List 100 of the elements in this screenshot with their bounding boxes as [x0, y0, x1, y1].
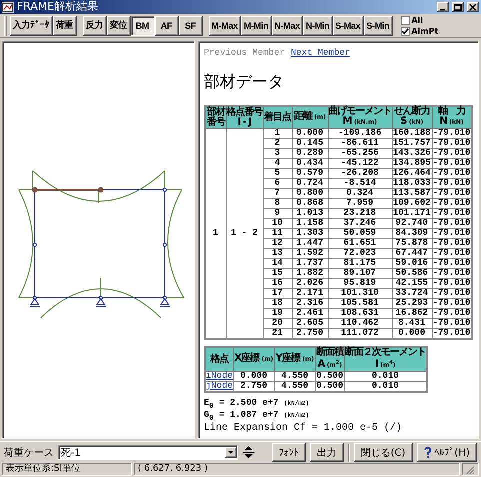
dropdown-arrow-icon[interactable] [228, 450, 234, 454]
table-cell: 101.310 [328, 288, 392, 298]
table-cell: 0.500 [316, 372, 345, 382]
toolbar-button[interactable]: N-Max [272, 16, 304, 36]
table-cell: 9 [263, 208, 292, 218]
table-cell: -79.010 [432, 158, 472, 168]
table-cell: 12 [263, 238, 292, 248]
table-cell: 37.246 [328, 218, 392, 228]
table-cell: -79.010 [432, 198, 472, 208]
toolbar-button[interactable]: S-Min [364, 16, 393, 36]
table-cell: 15 [263, 268, 292, 278]
table-cell: 18 [263, 298, 292, 308]
table-cell: 6 [263, 178, 292, 188]
table-cell: 0.324 [328, 188, 392, 198]
table-cell: -86.611 [328, 138, 392, 148]
table-cell: 1.158 [292, 218, 328, 228]
table-cell: 2.316 [292, 298, 328, 308]
table-cell: 151.757 [392, 138, 432, 148]
toolbar-button[interactable]: M-Min [241, 16, 272, 36]
table-cell: -79.010 [432, 218, 472, 228]
table-cell: -79.010 [432, 238, 472, 248]
table-cell: 3 [263, 148, 292, 158]
table-cell: -79.010 [432, 288, 472, 298]
table-cell: 16.862 [392, 308, 432, 318]
table-cell: -109.186 [328, 128, 392, 138]
table-cell: 5 [263, 168, 292, 178]
action-button[interactable]: ﾌｫﾝﾄ [272, 443, 306, 462]
table-cell: 20 [263, 318, 292, 328]
table-cell: -79.010 [432, 148, 472, 158]
table-cell: 89.107 [328, 268, 392, 278]
action-button[interactable]: 出力 [310, 443, 344, 462]
table-cell: -65.256 [328, 148, 392, 158]
table-cell: 59.016 [392, 258, 432, 268]
table-cell: 4.550 [274, 372, 316, 382]
node-link[interactable]: jNode [205, 382, 234, 392]
table-cell: 126.464 [392, 168, 432, 178]
toolbar-button[interactable]: BM [130, 16, 155, 36]
help-button[interactable]: ﾍﾙﾌﾟ(H) [416, 443, 477, 462]
table-cell: 23.218 [328, 208, 392, 218]
table-cell: 105.581 [328, 298, 392, 308]
table-cell: 110.462 [328, 318, 392, 328]
table-cell: -45.122 [328, 158, 392, 168]
next-link[interactable]: Next Member [291, 48, 350, 58]
resize-grip-icon[interactable] [466, 466, 475, 475]
table-cell: 0.724 [292, 178, 328, 188]
table-cell: 2 [263, 138, 292, 148]
table-cell: -79.010 [432, 248, 472, 258]
table-cell: -79.010 [432, 228, 472, 238]
table-cell: 0.500 [316, 382, 345, 392]
table-cell: 1 [205, 228, 226, 238]
table-cell: -79.010 [432, 138, 472, 148]
status-text: 表示単位系:SI単位 [2, 463, 132, 476]
table-cell: 1.303 [292, 228, 328, 238]
table-cell: 1 - 2 [226, 228, 263, 238]
toolbar-button[interactable]: 変位 [106, 16, 131, 36]
table-cell: -79.010 [432, 318, 472, 328]
toolbar-button[interactable]: M-Max [208, 16, 242, 36]
checkbox[interactable] [400, 26, 410, 36]
table-cell: 134.895 [392, 158, 432, 168]
table-cell: -79.010 [432, 128, 472, 138]
status-text: ( 6.627, 6.923 ) [134, 463, 460, 476]
table-cell: 2.026 [292, 278, 328, 288]
toolbar-button[interactable]: S-Max [332, 16, 364, 36]
table-cell: 0.000 [234, 372, 275, 382]
table-cell: 109.602 [392, 198, 432, 208]
table-cell: 1.882 [292, 268, 328, 278]
table-cell: 0.868 [292, 198, 328, 208]
toolbar-button[interactable]: AF [154, 16, 179, 36]
toolbar-button[interactable]: 入力ﾃﾞｰﾀ [10, 16, 53, 36]
table-cell: 8 [263, 198, 292, 208]
load-case-dropdown[interactable]: 死-1 [58, 445, 238, 460]
table-cell: 92.740 [392, 218, 432, 228]
table-cell: -79.010 [432, 258, 472, 268]
spinner-icon[interactable] [242, 446, 256, 459]
selected-member [32, 187, 104, 193]
table-cell: -8.514 [328, 178, 392, 188]
table-cell: 67.447 [392, 248, 432, 258]
table-cell: 11 [263, 228, 292, 238]
constant-text: Line Expansion Cf = 1.000 e-5 (/) [204, 422, 404, 434]
window-title: FRAME解析結果 [17, 0, 100, 14]
table-cell: 10 [263, 218, 292, 228]
table-cell: 118.033 [392, 178, 432, 188]
table-cell: -79.010 [432, 208, 472, 218]
table-cell: 0.579 [292, 168, 328, 178]
toolbar-button[interactable]: 荷重 [52, 16, 77, 36]
toolbar-button[interactable]: N-Min [303, 16, 333, 36]
table-cell: 42.155 [392, 278, 432, 288]
action-button[interactable]: 閉じる(C) [354, 443, 413, 462]
app-icon [2, 2, 14, 12]
table-cell: 1.592 [292, 248, 328, 258]
table-cell: 0.434 [292, 158, 328, 168]
table-cell: 0.800 [292, 188, 328, 198]
node-link[interactable]: iNode [205, 372, 234, 382]
table-cell: -79.010 [432, 308, 472, 318]
table-cell: 108.631 [328, 308, 392, 318]
table-cell: 84.309 [392, 228, 432, 238]
checkbox[interactable] [400, 16, 410, 24]
table-cell: 1 [263, 128, 292, 138]
toolbar-button[interactable]: SF [178, 16, 203, 36]
toolbar-button[interactable]: 反力 [82, 16, 107, 36]
